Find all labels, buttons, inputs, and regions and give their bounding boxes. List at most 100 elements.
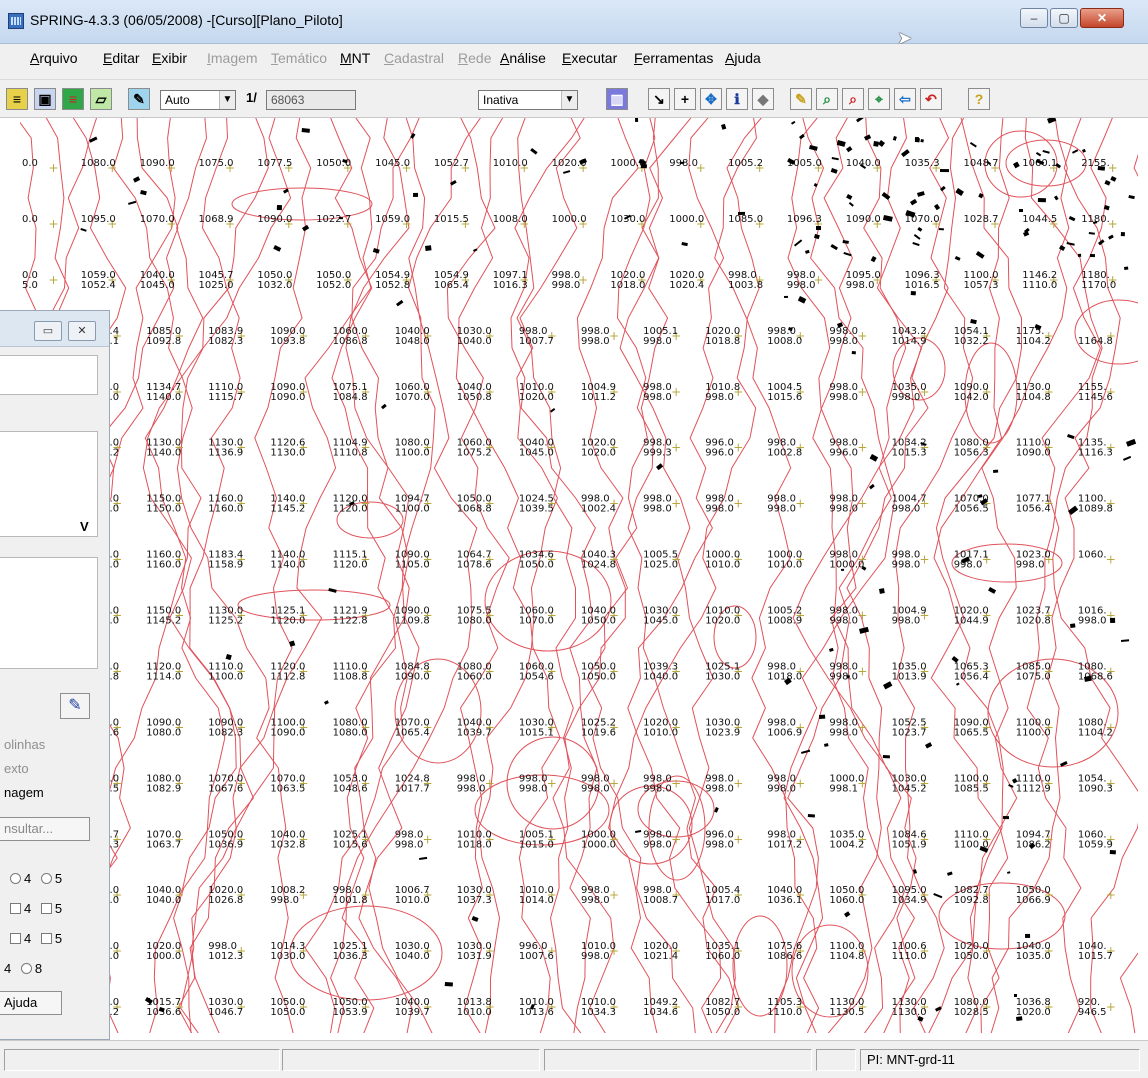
elevation-label: 1001.8 [333,895,368,906]
help-icon[interactable]: ? [968,88,990,110]
back-arrow-icon[interactable]: ⇦ [894,88,916,110]
layer-isolinhas[interactable]: olinhas [4,737,45,752]
grid-marker-icon: + [609,776,619,790]
menu-ferramentas[interactable]: Ferramentas [634,50,713,66]
radio-label: 5 [54,871,63,886]
contour-line [990,118,1121,1033]
crosshair-icon[interactable]: + [674,88,696,110]
sample-point [841,568,845,571]
checkbox[interactable] [10,933,21,944]
elevation-label: 1089.8 [1078,504,1113,515]
elevation-label: 1034.9 [892,895,927,906]
radio-label: 4 [4,961,12,976]
menu-ajuda[interactable]: Ajuda [725,50,761,66]
menu-tematico[interactable]: Temático [271,50,327,66]
state-select[interactable]: Inativa ▼ [478,90,578,110]
edit-disabled-icon[interactable]: ◆ [752,88,774,110]
layer-texto[interactable]: exto [4,761,29,776]
panel-list-lower[interactable] [0,557,98,669]
pan-icon[interactable]: ✥ [700,88,722,110]
radio-button[interactable] [20,963,32,974]
elevation-label: 1018.0 [610,280,645,291]
panel-restore-button[interactable]: ▭ [34,321,62,341]
elevation-label: 1050.0 [270,1007,305,1018]
info-icon[interactable]: ℹ [726,88,748,110]
elevation-label: 1056.4 [954,671,989,682]
sample-point [1054,195,1059,201]
map-canvas[interactable]: +0.0 +1080.0 +1090.0 +1075.0 +1077.5 +1050.0 +… [20,118,1138,1033]
scale-input[interactable]: 68063 [266,90,356,110]
elevation-label: 998.0 [829,392,858,403]
polygon-icon[interactable]: ▱ [90,88,112,110]
radio-button[interactable] [40,873,52,884]
view-label[interactable]: V [80,519,89,534]
elevation-label: 1140.0 [146,448,181,459]
undo-icon[interactable]: ↶ [920,88,942,110]
elevation-label: 1093.8 [270,336,305,347]
draw-icon[interactable]: ✎ [128,88,150,110]
consult-button[interactable]: nsultar... [0,817,90,841]
toolbar: ≡ ▣ ≡ ▱ ✎ Auto ▼ 1/ 68063 Inativa ▼ ▥ ↘ … [0,80,1148,118]
zoom-in-icon[interactable]: ⌕ [816,88,838,110]
pencil-icon[interactable]: ✎ [790,88,812,110]
project-icon[interactable]: ▣ [34,88,56,110]
menu-rede[interactable]: Rede [458,50,491,66]
menu-executar[interactable]: Executar [562,50,617,66]
elevation-label: 998.0 [705,783,734,794]
sample-point [635,118,639,122]
maximize-button[interactable]: ▢ [1050,8,1078,28]
elevation-label: 1100.0 [1016,727,1051,738]
checkbox[interactable] [40,933,52,944]
sample-point [444,982,453,987]
elevation-label: 1115.7 [208,392,243,403]
panel-close-button[interactable]: ✕ [68,321,96,341]
contour-map[interactable]: +0.0 +1080.0 +1090.0 +1075.0 +1077.5 +1050.0 +… [20,118,1138,1033]
sample-point [794,239,803,247]
grid-marker-icon: + [671,776,681,790]
zoom-out-icon[interactable]: ⌕ [842,88,864,110]
radio-button[interactable] [10,873,21,884]
elevation-label: 1050.0 [705,1007,740,1018]
menu-cadastral[interactable]: Cadastral [384,50,444,66]
mode-select[interactable]: Auto ▼ [160,90,236,110]
elevation-label: 1017.7 [395,783,430,794]
menu-mnt[interactable]: MNT [340,50,370,66]
grid-marker-icon: + [49,273,59,287]
minimize-button[interactable]: – [1020,8,1048,28]
layer-imagem[interactable]: nagem [4,785,44,800]
sample-point [859,626,869,634]
zoom-area-icon[interactable]: ⌖ [868,88,890,110]
elevation-label: 1015.0 [519,839,554,850]
scale-prefix: 1/ [246,90,257,105]
elevation-label: 1060.0 [829,895,864,906]
menu-exibir[interactable]: Exibir [152,50,187,66]
help-button[interactable]: Ajuda [0,991,62,1015]
grid-marker-icon: + [857,441,867,455]
menu-imagem[interactable]: Imagem [207,50,258,66]
elevation-label: 1066.9 [1016,895,1051,906]
palette-icon[interactable]: ▥ [606,88,628,110]
checkbox[interactable] [10,903,21,914]
sample-point [940,185,946,192]
layers-icon[interactable]: ≡ [62,88,84,110]
radio-label: 4 [24,871,32,886]
sample-point [784,295,789,298]
reset-icon[interactable]: ↘ [648,88,670,110]
menu-analise[interactable]: Análise [500,50,546,66]
close-button[interactable]: ✕ [1080,8,1124,28]
sample-point [1013,161,1020,169]
database-icon[interactable]: ≡ [6,88,28,110]
elevation-label: 1013.9 [892,671,927,682]
menu-arquivo[interactable]: Arquivo [30,50,77,66]
menu-editar[interactable]: Editar [103,50,140,66]
sample-point [133,176,141,183]
elevation-label: 1037.3 [457,895,492,906]
elevation-label: 1045.0 [140,280,175,291]
panel-list-top[interactable] [0,355,98,395]
elevation-label: 1032.0 [257,280,292,291]
elevation-label: 1068.8 [457,504,492,515]
pencil-icon[interactable]: ✎ [60,693,90,719]
elevation-label: 1145.2 [270,504,305,515]
elevation-label: 1000.0 [552,214,587,225]
checkbox[interactable] [40,903,52,914]
